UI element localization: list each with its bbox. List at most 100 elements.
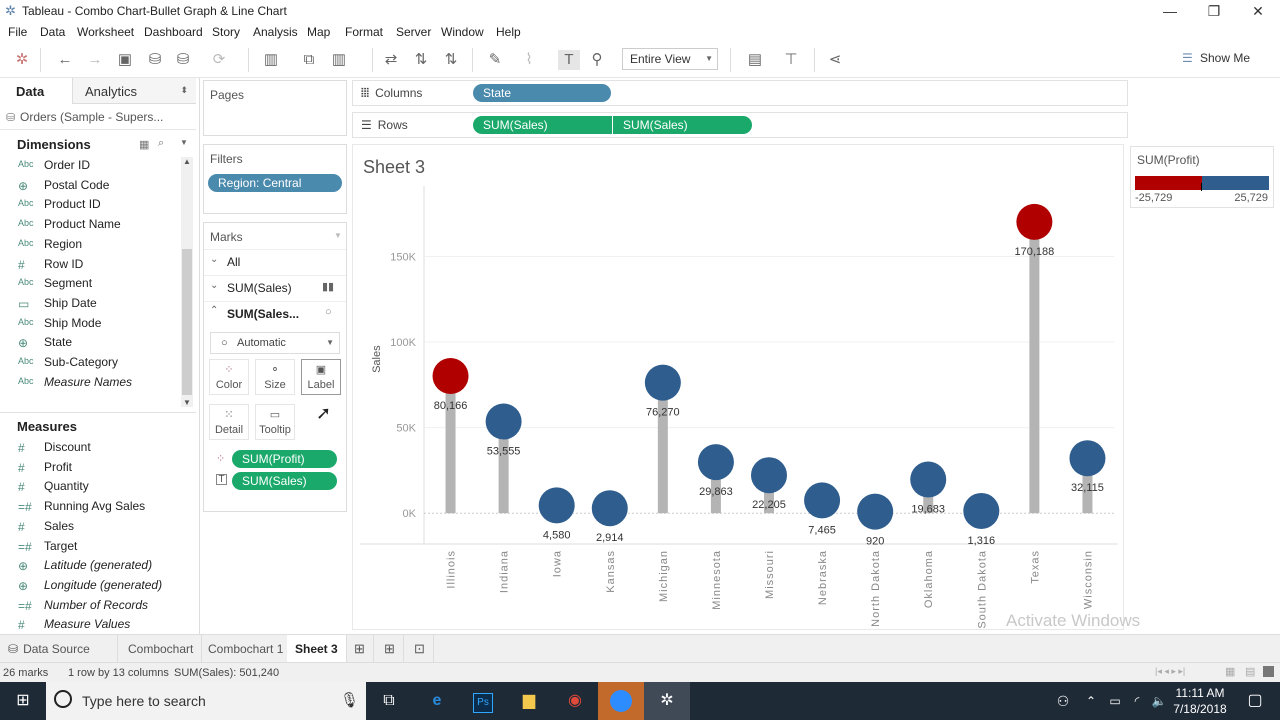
tab-data[interactable]: Data <box>0 78 72 104</box>
filters-card[interactable]: Filters Region: Central <box>203 144 347 214</box>
show-cards-icon[interactable]: ▤ <box>744 50 766 70</box>
restore-icon[interactable]: ❐ <box>1192 0 1236 22</box>
dimension-field[interactable]: ⊕ State <box>0 334 180 353</box>
measure-field[interactable]: =# Number of Records <box>0 597 180 616</box>
clock[interactable]: 11:11 AM 7/18/2018 <box>1172 685 1228 717</box>
chrome-icon[interactable]: ◉ <box>552 682 598 720</box>
minimize-icon[interactable]: — <box>1148 0 1192 22</box>
new-dashboard-tab-icon[interactable]: ⊞ <box>376 635 404 663</box>
sort-ascending-icon[interactable]: ⇅ <box>410 50 432 70</box>
menu-format[interactable]: Format <box>345 25 383 39</box>
dimension-field[interactable]: Abc Order ID <box>0 157 180 176</box>
dimensions-scrollbar[interactable]: ▲ <box>181 157 193 407</box>
tab-combochart-1[interactable]: Combochart 1 <box>200 635 293 663</box>
lollipop-chart[interactable]: 0K 50K 100K 150K Sales 80,166 53,555 4,580 2,914… <box>360 186 1118 630</box>
menu-dashboard[interactable]: Dashboard <box>144 25 203 39</box>
show-me-button[interactable]: ☰ Show Me <box>1182 51 1250 65</box>
dimension-field[interactable]: Abc Product Name <box>0 216 180 235</box>
profit-color-legend[interactable]: SUM(Profit) -25,729 25,729 <box>1130 146 1274 208</box>
presentation-mode-icon[interactable]: ⊤ <box>780 50 802 70</box>
new-story-tab-icon[interactable]: ⊡ <box>406 635 434 663</box>
rows-shelf[interactable]: ☰ Rows SUM(Sales) SUM(Sales) <box>352 112 1128 138</box>
search-icon[interactable]: ⌕ <box>158 137 164 150</box>
scroll-down-icon[interactable]: ▼ <box>183 398 191 407</box>
dimension-field[interactable]: Abc Measure Names <box>0 374 180 393</box>
size-button[interactable]: ⚬ Size <box>255 359 295 395</box>
highlight-icon[interactable]: ✎ <box>484 50 506 70</box>
menu-server[interactable]: Server <box>396 25 431 39</box>
duplicate-sheet-icon[interactable]: ⧉ <box>298 50 320 70</box>
dimension-field[interactable]: ▭ Ship Date <box>0 295 180 314</box>
show-tabs-icon[interactable]: ▤ <box>1245 665 1255 678</box>
microphone-icon[interactable]: 🎙 <box>340 691 359 709</box>
pause-updates-icon[interactable]: ⛁ <box>172 50 194 70</box>
menu-data[interactable]: Data <box>40 25 65 39</box>
tab-data-source[interactable]: ⛁ Data Source <box>0 635 118 663</box>
close-icon[interactable]: ✕ <box>1236 0 1280 22</box>
volume-icon[interactable]: 🔈 <box>1148 682 1170 720</box>
scroll-thumb[interactable] <box>182 249 192 395</box>
dimension-field[interactable]: Abc Product ID <box>0 196 180 215</box>
scroll-up-icon[interactable]: ▲ <box>182 157 192 169</box>
menu-file[interactable]: File <box>8 25 27 39</box>
dimension-field[interactable]: ⊕ Postal Code <box>0 177 180 196</box>
show-mark-labels-icon[interactable]: T <box>558 50 580 70</box>
redo-icon[interactable]: → <box>84 50 106 70</box>
menu-help[interactable]: Help <box>496 25 521 39</box>
measure-field[interactable]: ⊕ Latitude (generated) <box>0 557 180 576</box>
view-data-icon[interactable]: ▦ <box>139 138 149 151</box>
undo-icon[interactable]: ← <box>54 50 76 70</box>
measure-field[interactable]: ⊕ Longitude (generated) <box>0 577 180 596</box>
columns-pill-state[interactable]: State <box>473 84 611 102</box>
clear-sheet-icon[interactable]: ▥ <box>328 50 350 70</box>
show-filmstrip-icon[interactable]: ▦ <box>1225 665 1235 678</box>
dimension-field[interactable]: # Row ID <box>0 256 180 275</box>
menu-window[interactable]: Window <box>441 25 484 39</box>
dimension-field[interactable]: Abc Region <box>0 236 180 255</box>
sort-descending-icon[interactable]: ⇅ <box>440 50 462 70</box>
tab-sheet-3[interactable]: Sheet 3 <box>287 635 347 663</box>
zoom-app-icon[interactable] <box>598 682 644 720</box>
windows-start-icon[interactable]: ⊞ <box>0 682 46 720</box>
new-worksheet-icon[interactable]: ▥ <box>260 50 282 70</box>
file-explorer-icon[interactable]: ▆ <box>506 682 552 720</box>
rows-pill-sum-sales-1[interactable]: SUM(Sales) <box>473 116 612 134</box>
sheet-nav-icons[interactable]: |◂ ◂ ▸ ▸| <box>1155 666 1185 677</box>
mark-type-select[interactable]: ○ Automatic ▼ <box>210 332 340 354</box>
measure-field[interactable]: # Discount <box>0 439 180 458</box>
taskbar-search[interactable]: Type here to search 🎙 <box>46 682 366 720</box>
measure-field[interactable]: # Profit <box>0 459 180 478</box>
measure-field[interactable]: =# Running Avg Sales <box>0 498 180 517</box>
chevron-down-icon[interactable]: ▼ <box>180 138 188 147</box>
marks-row-all[interactable]: ⌄ All <box>204 249 346 273</box>
rows-pill-sum-sales-2[interactable]: SUM(Sales) <box>613 116 752 134</box>
chevron-down-icon[interactable]: ▼ <box>334 231 342 240</box>
show-hidden-icons[interactable]: ⌃ <box>1080 682 1102 720</box>
tab-analytics[interactable]: Analytics ⬍ <box>72 78 196 104</box>
action-center-icon[interactable]: ▢ <box>1232 682 1278 720</box>
tooltip-button[interactable]: ▭ Tooltip <box>255 404 295 440</box>
new-data-source-icon[interactable]: ⛁ <box>144 50 166 70</box>
save-icon[interactable]: ▣ <box>114 50 136 70</box>
columns-shelf[interactable]: ⦙⦙⦙ Columns State <box>352 80 1128 106</box>
marks-pill-sum-sales[interactable]: SUM(Sales) <box>232 472 337 490</box>
menu-map[interactable]: Map <box>307 25 330 39</box>
edge-icon[interactable]: e <box>414 682 460 720</box>
datasource-item[interactable]: ⛁ Orders (Sample - Supers... <box>0 106 196 130</box>
detail-button[interactable]: ⁙ Detail <box>209 404 249 440</box>
show-sheet-icon[interactable] <box>1263 666 1274 677</box>
tableau-home-icon[interactable]: ✲ <box>11 50 33 70</box>
tab-combochart[interactable]: Combochart <box>120 635 203 663</box>
measure-field[interactable]: # Measure Values <box>0 616 180 635</box>
filter-pill-region[interactable]: Region: Central <box>208 174 342 192</box>
refresh-icon[interactable]: ⟳ <box>208 50 230 70</box>
pages-card[interactable]: Pages <box>203 80 347 136</box>
marks-row-sum-sales-bar[interactable]: ⌄ SUM(Sales) ▮▮ <box>204 275 346 299</box>
share-icon[interactable]: ⋖ <box>824 50 846 70</box>
new-worksheet-tab-icon[interactable]: ⊞ <box>346 635 374 663</box>
dimension-field[interactable]: Abc Sub-Category <box>0 354 180 373</box>
wifi-icon[interactable]: ◜ <box>1126 682 1148 720</box>
task-view-icon[interactable]: ⧉ <box>366 682 412 720</box>
measure-field[interactable]: # Quantity <box>0 478 180 497</box>
measure-field[interactable]: # Sales <box>0 518 180 537</box>
